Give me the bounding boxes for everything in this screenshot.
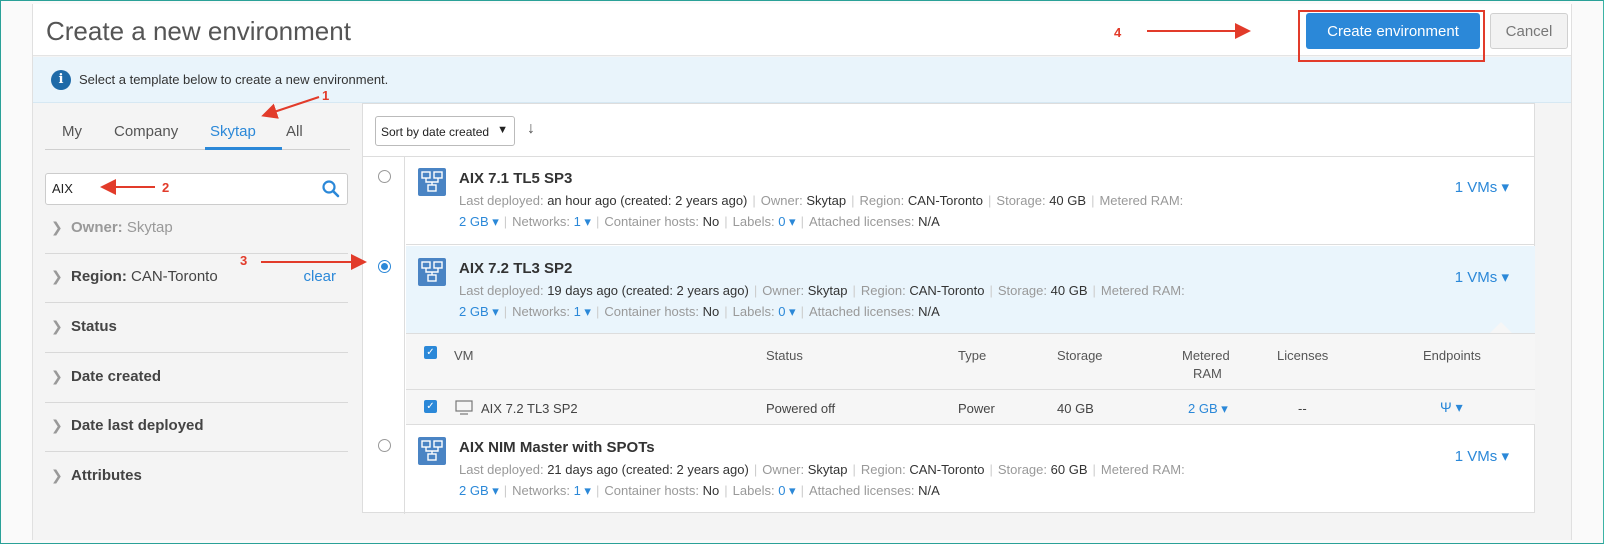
annotation-arrows (100, 23, 1251, 270)
create-environment-dialog: Create a new environment Create environm… (32, 4, 1572, 540)
annotation-arrow-1 (261, 96, 320, 119)
